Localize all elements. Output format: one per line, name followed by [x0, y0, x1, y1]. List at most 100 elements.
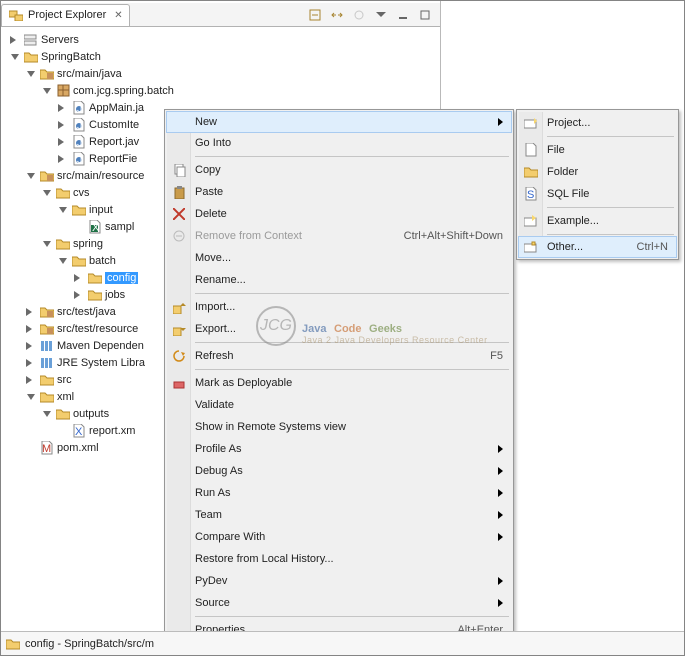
menu-item-profile-as[interactable]: Profile As: [167, 438, 511, 460]
folder-icon: [5, 637, 21, 651]
paste-icon: [171, 185, 187, 199]
focus-task-button[interactable]: [350, 6, 368, 24]
project-folder-icon: [23, 50, 39, 64]
menu-item-new[interactable]: New: [166, 111, 512, 133]
menu-item-restore-history[interactable]: Restore from Local History...: [167, 548, 511, 570]
maven-file-icon: M: [39, 441, 55, 455]
submenu-item-file[interactable]: File: [519, 139, 676, 161]
tab-project-explorer[interactable]: Project Explorer ✕: [1, 4, 130, 26]
servers-icon: [23, 33, 39, 47]
workbench: Project Explorer ✕ Servers SpringBatch src…: [0, 0, 685, 656]
example-icon: [523, 214, 539, 228]
twisty-icon[interactable]: [41, 190, 53, 196]
menu-item-export[interactable]: Export...: [167, 318, 511, 340]
package-folder-icon: [39, 169, 55, 183]
tree-label: src/test/java: [57, 306, 116, 318]
twisty-icon[interactable]: [25, 308, 37, 316]
twisty-icon[interactable]: [9, 36, 21, 44]
twisty-icon[interactable]: [73, 291, 85, 299]
menu-item-run-as[interactable]: Run As: [167, 482, 511, 504]
menu-item-import[interactable]: Import...: [167, 296, 511, 318]
menu-item-pydev[interactable]: PyDev: [167, 570, 511, 592]
separator: [195, 293, 509, 294]
collapse-all-button[interactable]: [306, 6, 324, 24]
library-icon: [39, 339, 55, 353]
tree-label: CustomIte: [89, 119, 139, 131]
folder-icon: [39, 390, 55, 404]
separator: [547, 234, 674, 235]
menu-item-team[interactable]: Team: [167, 504, 511, 526]
new-submenu[interactable]: Project... File Folder SSQL File Example…: [516, 109, 679, 260]
tree-label: SpringBatch: [41, 51, 101, 63]
twisty-icon[interactable]: [57, 155, 69, 163]
tree-node[interactable]: com.jcg.spring.batch: [3, 82, 438, 99]
separator: [547, 207, 674, 208]
tree-label: cvs: [73, 187, 90, 199]
tree-label: src/main/java: [57, 68, 122, 80]
menu-item-refresh[interactable]: RefreshF5: [167, 345, 511, 367]
twisty-icon[interactable]: [57, 138, 69, 146]
twisty-icon[interactable]: [25, 342, 37, 350]
twisty-icon[interactable]: [25, 325, 37, 333]
twisty-icon[interactable]: [57, 207, 69, 213]
minimize-button[interactable]: [394, 6, 412, 24]
submenu-arrow-icon: [498, 533, 503, 541]
tree-node[interactable]: src/main/java: [3, 65, 438, 82]
folder-icon: [55, 407, 71, 421]
submenu-item-folder[interactable]: Folder: [519, 161, 676, 183]
tree-label: report.xm: [89, 425, 135, 437]
menu-item-source[interactable]: Source: [167, 592, 511, 614]
menu-item-delete[interactable]: Delete: [167, 203, 511, 225]
tree-node[interactable]: Servers: [3, 31, 438, 48]
link-editor-button[interactable]: [328, 6, 346, 24]
twisty-icon[interactable]: [9, 54, 21, 60]
tree-node[interactable]: SpringBatch: [3, 48, 438, 65]
twisty-icon[interactable]: [57, 258, 69, 264]
folder-icon: [87, 288, 103, 302]
menu-item-compare-with[interactable]: Compare With: [167, 526, 511, 548]
tree-label: pom.xml: [57, 442, 99, 454]
twisty-icon[interactable]: [57, 121, 69, 129]
tree-label: AppMain.ja: [89, 102, 144, 114]
submenu-item-project[interactable]: Project...: [519, 112, 676, 134]
twisty-icon[interactable]: [25, 71, 37, 77]
menu-item-move[interactable]: Move...: [167, 247, 511, 269]
tree-label: Report.jav: [89, 136, 139, 148]
menu-item-rename[interactable]: Rename...: [167, 269, 511, 291]
twisty-icon[interactable]: [41, 411, 53, 417]
twisty-icon[interactable]: [41, 88, 53, 94]
tree-label: sampl: [105, 221, 134, 233]
tree-label: src: [57, 374, 72, 386]
svg-text:X: X: [92, 222, 100, 234]
twisty-icon[interactable]: [25, 376, 37, 384]
svg-text:J: J: [77, 154, 83, 166]
submenu-item-example[interactable]: Example...: [519, 210, 676, 232]
menu-item-paste[interactable]: Paste: [167, 181, 511, 203]
close-icon[interactable]: ✕: [110, 10, 122, 21]
context-menu[interactable]: New Go Into Copy Paste Delete Remove fro…: [164, 109, 514, 644]
folder-tree-icon: [8, 8, 24, 22]
menu-item-validate[interactable]: Validate: [167, 394, 511, 416]
twisty-icon[interactable]: [41, 241, 53, 247]
twisty-icon[interactable]: [57, 104, 69, 112]
excel-file-icon: X: [87, 220, 103, 234]
sql-file-icon: S: [523, 187, 539, 201]
menu-item-go-into[interactable]: Go Into: [167, 132, 511, 154]
view-menu-button[interactable]: [372, 6, 390, 24]
svg-text:J: J: [77, 103, 83, 115]
submenu-item-other[interactable]: Other...Ctrl+N: [518, 236, 677, 258]
twisty-icon[interactable]: [25, 394, 37, 400]
twisty-icon[interactable]: [25, 173, 37, 179]
package-folder-icon: [39, 322, 55, 336]
maximize-button[interactable]: [416, 6, 434, 24]
menu-item-mark-deployable[interactable]: Mark as Deployable: [167, 372, 511, 394]
menu-item-copy[interactable]: Copy: [167, 159, 511, 181]
tree-label: src/test/resource: [57, 323, 138, 335]
twisty-icon[interactable]: [73, 274, 85, 282]
svg-text:J: J: [77, 120, 83, 132]
menu-item-show-remote[interactable]: Show in Remote Systems view: [167, 416, 511, 438]
tree-label: spring: [73, 238, 103, 250]
menu-item-debug-as[interactable]: Debug As: [167, 460, 511, 482]
twisty-icon[interactable]: [25, 359, 37, 367]
submenu-item-sql-file[interactable]: SSQL File: [519, 183, 676, 205]
